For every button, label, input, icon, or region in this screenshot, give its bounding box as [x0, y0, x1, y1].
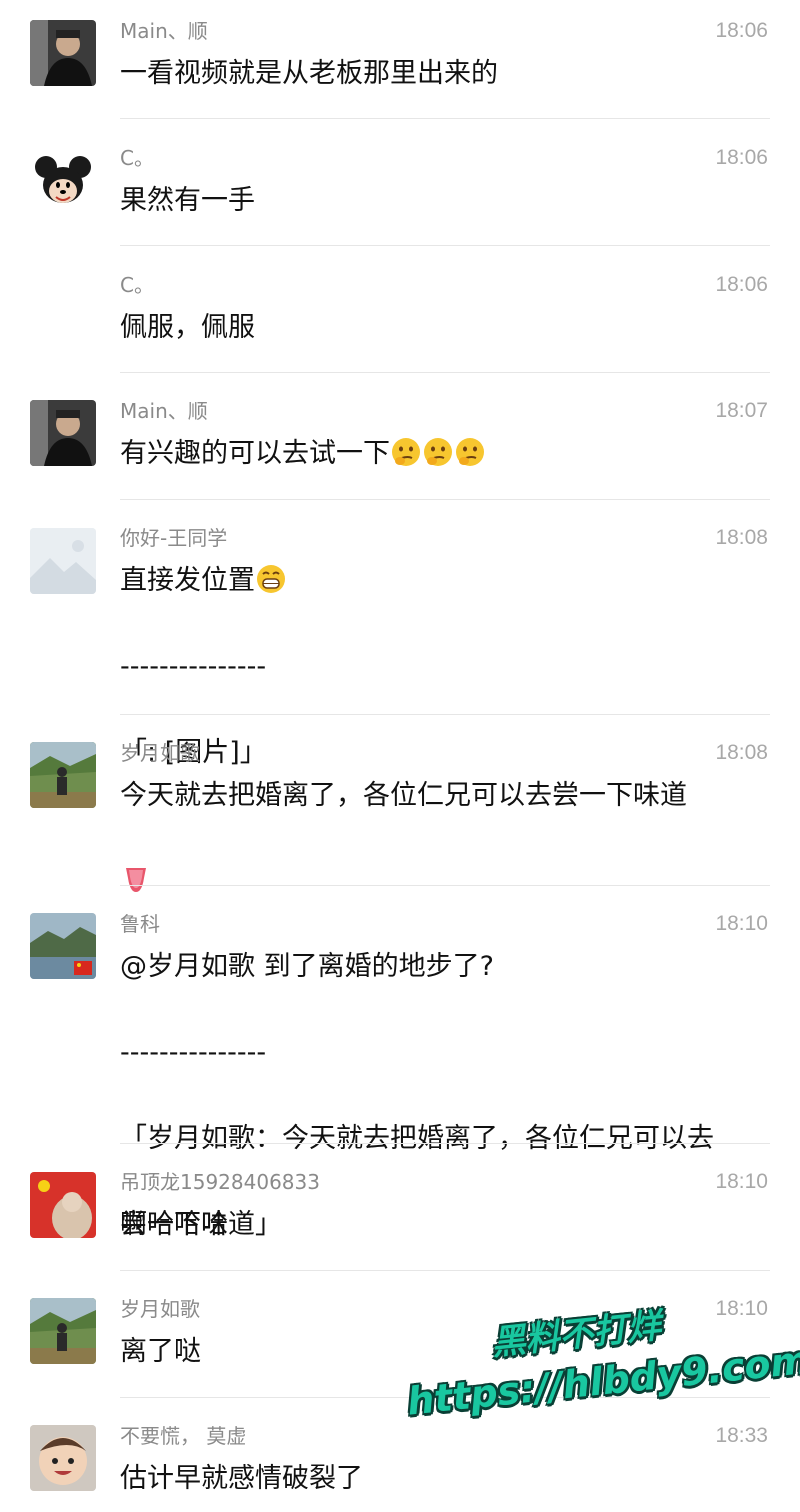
message-text: 一看视频就是从老板那里出来的: [120, 52, 760, 95]
message-text: 果然有一手: [120, 179, 760, 222]
sender-name: 不要慌， 莫虚: [120, 1424, 247, 1448]
sender-name: 吊顶龙15928406833: [120, 1170, 320, 1194]
message-text: 直接发位置 --------------- 「: [图片]」: [120, 559, 760, 774]
thinking-emoji-icon: [424, 438, 452, 466]
quote-divider: ---------------: [120, 1037, 267, 1068]
message-time: 18:08: [715, 526, 768, 549]
avatar[interactable]: [30, 147, 96, 213]
message-text: 佩服，佩服: [120, 306, 760, 349]
message-text: @岁月如歌 到了离婚的地步了? --------------- 「岁月如歌：今天…: [120, 945, 760, 1246]
sender-name: 你好-王同学: [120, 526, 228, 550]
divider: [120, 1270, 770, 1271]
grinning-emoji-icon: [257, 565, 285, 593]
message-time: 18:08: [715, 741, 768, 764]
message-time: 18:10: [715, 1170, 768, 1193]
message-time: 18:06: [715, 19, 768, 42]
avatar[interactable]: [30, 1298, 96, 1364]
thinking-emoji-icon: [392, 438, 420, 466]
message-line: 估计早就感情破裂了: [120, 1463, 363, 1494]
avatar[interactable]: [30, 400, 96, 466]
divider: [120, 118, 770, 119]
quote-divider: ---------------: [120, 651, 267, 682]
message-line: 有兴趣的可以去试一下: [120, 438, 390, 469]
divider: [120, 499, 770, 500]
avatar[interactable]: [30, 20, 96, 86]
message-text: 有兴趣的可以去试一下: [120, 432, 760, 475]
message-time: 18:06: [715, 146, 768, 169]
divider: [120, 372, 770, 373]
sender-name: Main、顺: [120, 399, 208, 423]
avatar[interactable]: [30, 742, 96, 808]
sender-name: C。: [120, 146, 154, 170]
tongue-emoji-icon: [126, 868, 146, 892]
avatar[interactable]: [30, 528, 96, 594]
message-line: 今天就去把婚离了，各位仁兄可以去尝一下味道: [120, 780, 687, 811]
message-time: 18:10: [715, 912, 768, 935]
message-text: 今天就去把婚离了，各位仁兄可以去尝一下味道: [120, 774, 760, 903]
message-line: 一看视频就是从老板那里出来的: [120, 58, 498, 89]
message-line: 离了哒: [120, 1336, 201, 1367]
message-line: 啊哈哈哈: [120, 1209, 228, 1240]
divider: [120, 885, 770, 886]
message-text: 估计早就感情破裂了: [120, 1457, 760, 1500]
message-line: @岁月如歌 到了离婚的地步了?: [120, 951, 494, 982]
avatar[interactable]: [30, 1425, 96, 1491]
thinking-emoji-icon: [456, 438, 484, 466]
divider: [120, 1143, 770, 1144]
avatar[interactable]: [30, 913, 96, 979]
message-line: 佩服，佩服: [120, 312, 255, 343]
message-text: 啊哈哈哈: [120, 1203, 760, 1246]
message-line: 直接发位置: [120, 565, 255, 596]
message-time: 18:07: [715, 399, 768, 422]
sender-name: 鲁科: [120, 912, 160, 936]
message-time: 18:06: [715, 273, 768, 296]
sender-name: Main、顺: [120, 19, 208, 43]
quote-text[interactable]: 「岁月如歌：今天就去把婚离了，各位仁兄可以去: [120, 1123, 714, 1154]
divider: [120, 714, 770, 715]
message-time: 18:33: [715, 1424, 768, 1447]
avatar[interactable]: [30, 1172, 96, 1238]
sender-name: 岁月如歌: [120, 741, 200, 765]
sender-name: 岁月如歌: [120, 1297, 200, 1321]
message-line: 果然有一手: [120, 185, 255, 216]
divider: [120, 245, 770, 246]
sender-name: C。: [120, 273, 154, 297]
